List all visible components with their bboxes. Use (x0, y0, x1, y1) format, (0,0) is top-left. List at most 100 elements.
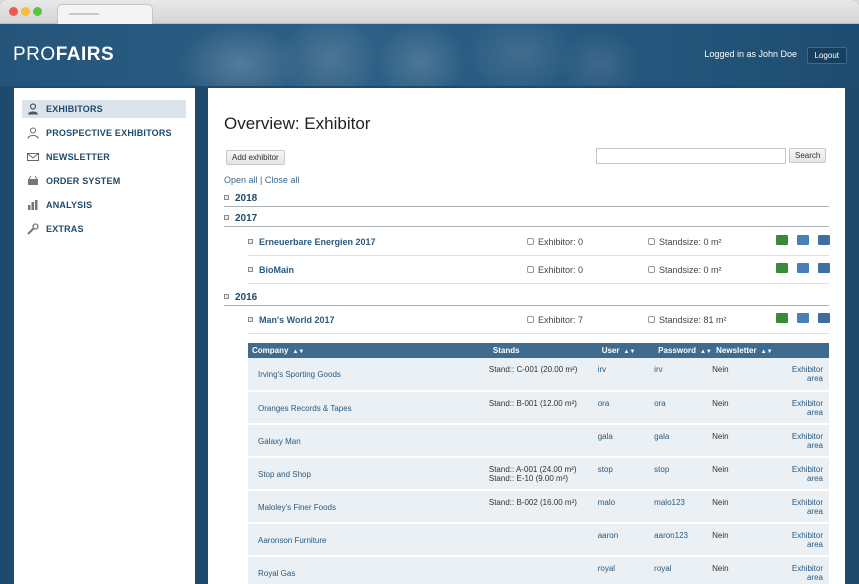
sidebar-item-prospective-exhibitors[interactable]: PROSPECTIVE EXHIBITORS (22, 124, 186, 142)
browser-window: PROFAIRS Logged in as John Doe Logout EX… (0, 0, 859, 584)
company-cell[interactable]: Stop and Shop (248, 457, 489, 491)
user-cell: malo (597, 490, 655, 524)
minimize-window-button[interactable] (21, 7, 30, 16)
excel-export-icon[interactable] (776, 263, 788, 273)
event-name[interactable]: Erneuerbare Energien 2017 (248, 237, 376, 247)
company-cell[interactable]: Royal Gas (248, 556, 489, 584)
import-icon[interactable] (797, 235, 809, 245)
table-row: Irving's Sporting Goods Stand:: C-001 (2… (248, 358, 829, 392)
year-label: 2018 (235, 193, 258, 204)
export-icon[interactable] (818, 313, 830, 323)
password-cell: aaron123 (654, 523, 713, 557)
sort-icon: ▲▼ (292, 349, 305, 355)
exhibitor-count-label: Exhibitor: 0 (538, 237, 584, 247)
sidebar-item-analysis[interactable]: ANALYSIS (22, 196, 186, 214)
password-cell: malo123 (654, 490, 713, 524)
area-line: Exhibitor (791, 531, 823, 540)
company-cell[interactable]: Irving's Sporting Goods (248, 358, 489, 392)
exhibitor-count-label: Exhibitor: 0 (538, 265, 584, 275)
logo[interactable]: PROFAIRS (13, 44, 114, 66)
exhibitor-area-link[interactable]: Exhibitor area (772, 523, 829, 557)
company-cell[interactable]: Aaronson Furniture (248, 523, 489, 557)
year-label: 2016 (235, 292, 258, 303)
area-line: area (806, 441, 823, 450)
stands-cell: Stand:: B-002 (16.00 m²) (488, 490, 598, 524)
exhibitor-area-link[interactable]: Exhibitor area (772, 358, 829, 392)
expand-icon (224, 194, 229, 200)
column-header-password[interactable]: Password ▲▼ (654, 343, 713, 358)
password-cell: ora (654, 391, 713, 425)
event-name-label: BioMain (259, 265, 294, 275)
open-all-link[interactable]: Open all (224, 175, 258, 185)
exhibitor-table: Company ▲▼ Stands User ▲▼ Password ▲▼ Newsl… (248, 343, 829, 584)
maximize-window-button[interactable] (33, 7, 42, 16)
person-outline-icon (27, 127, 39, 139)
standsize-label: Standsize: 0 m² (659, 237, 722, 247)
stand-line: Stand:: E-10 (9.00 m²) (488, 474, 569, 483)
logo-part2: FAIRS (55, 44, 115, 65)
exhibitor-area-link[interactable]: Exhibitor area (772, 490, 829, 524)
exhibitor-area-link[interactable]: Exhibitor area (772, 424, 829, 458)
company-cell[interactable]: Oranges Records & Tapes (248, 391, 489, 425)
stands-cell: Stand:: C-001 (20.00 m²) (488, 358, 598, 392)
sort-icon: ▲▼ (760, 349, 773, 355)
stands-cell (488, 523, 598, 557)
company-cell[interactable]: Maloley's Finer Foods (248, 490, 489, 524)
expand-icon (248, 267, 253, 273)
import-icon[interactable] (797, 313, 809, 323)
export-icon[interactable] (818, 263, 830, 273)
year-group-2016[interactable]: 2016 (224, 292, 829, 306)
sidebar-item-label: ORDER SYSTEM (46, 176, 121, 186)
header-label: Newsletter (716, 346, 757, 355)
wrench-icon (27, 223, 39, 235)
area-icon (648, 316, 655, 324)
sidebar-item-exhibitors[interactable]: EXHIBITORS (22, 100, 186, 118)
sidebar-item-label: ANALYSIS (46, 200, 93, 210)
search-button[interactable]: Search (789, 148, 827, 163)
sidebar: EXHIBITORS PROSPECTIVE EXHIBITORS NEWSLE… (14, 88, 195, 584)
stand-line: Stand:: B-002 (16.00 m²) (488, 498, 577, 507)
year-group-2018[interactable]: 2018 (224, 193, 829, 207)
import-icon[interactable] (797, 263, 809, 273)
tab-title-placeholder (69, 13, 99, 15)
sort-icon: ▲▼ (623, 349, 636, 355)
area-line: area (806, 408, 823, 417)
exhibitor-area-link[interactable]: Exhibitor area (772, 391, 829, 425)
area-line: Exhibitor (791, 498, 823, 507)
close-all-link[interactable]: Close all (265, 175, 300, 185)
column-header-area (772, 343, 829, 358)
excel-export-icon[interactable] (776, 235, 788, 245)
column-header-newsletter[interactable]: Newsletter ▲▼ (712, 343, 773, 358)
sidebar-item-extras[interactable]: EXTRAS (22, 220, 186, 238)
table-row: Maloley's Finer Foods Stand:: B-002 (16.… (248, 490, 829, 524)
column-header-user[interactable]: User ▲▼ (597, 343, 655, 358)
stands-cell (488, 424, 598, 458)
search-input[interactable] (596, 148, 786, 164)
stand-line: Stand:: A-001 (24.00 m²) (488, 465, 577, 474)
logout-button[interactable]: Logout (806, 47, 847, 64)
browser-tab[interactable] (57, 4, 153, 24)
excel-export-icon[interactable] (776, 313, 788, 323)
column-header-company[interactable]: Company ▲▼ (248, 343, 489, 358)
sidebar-item-label: EXHIBITORS (46, 104, 103, 114)
page-header: PROFAIRS Logged in as John Doe Logout (0, 24, 859, 86)
event-name[interactable]: Man's World 2017 (248, 315, 335, 325)
expand-icon (248, 317, 253, 323)
exhibitor-count-label: Exhibitor: 7 (538, 315, 584, 325)
company-cell[interactable]: Galaxy Man (248, 424, 489, 458)
add-exhibitor-button[interactable]: Add exhibitor (226, 150, 285, 165)
header-label: Company (252, 346, 289, 355)
exhibitor-area-link[interactable]: Exhibitor area (772, 457, 829, 491)
area-line: area (806, 540, 823, 549)
sidebar-item-newsletter[interactable]: NEWSLETTER (22, 148, 186, 166)
export-icon[interactable] (818, 235, 830, 245)
exhibitor-area-link[interactable]: Exhibitor area (772, 556, 829, 584)
sidebar-item-order-system[interactable]: ORDER SYSTEM (22, 172, 186, 190)
expand-icon (224, 293, 229, 299)
event-name[interactable]: BioMain (248, 265, 294, 275)
person-icon (527, 266, 534, 274)
close-window-button[interactable] (9, 7, 18, 16)
newsletter-cell: Nein (712, 490, 773, 524)
area-line: Exhibitor (791, 564, 823, 573)
year-group-2017[interactable]: 2017 (224, 213, 829, 227)
